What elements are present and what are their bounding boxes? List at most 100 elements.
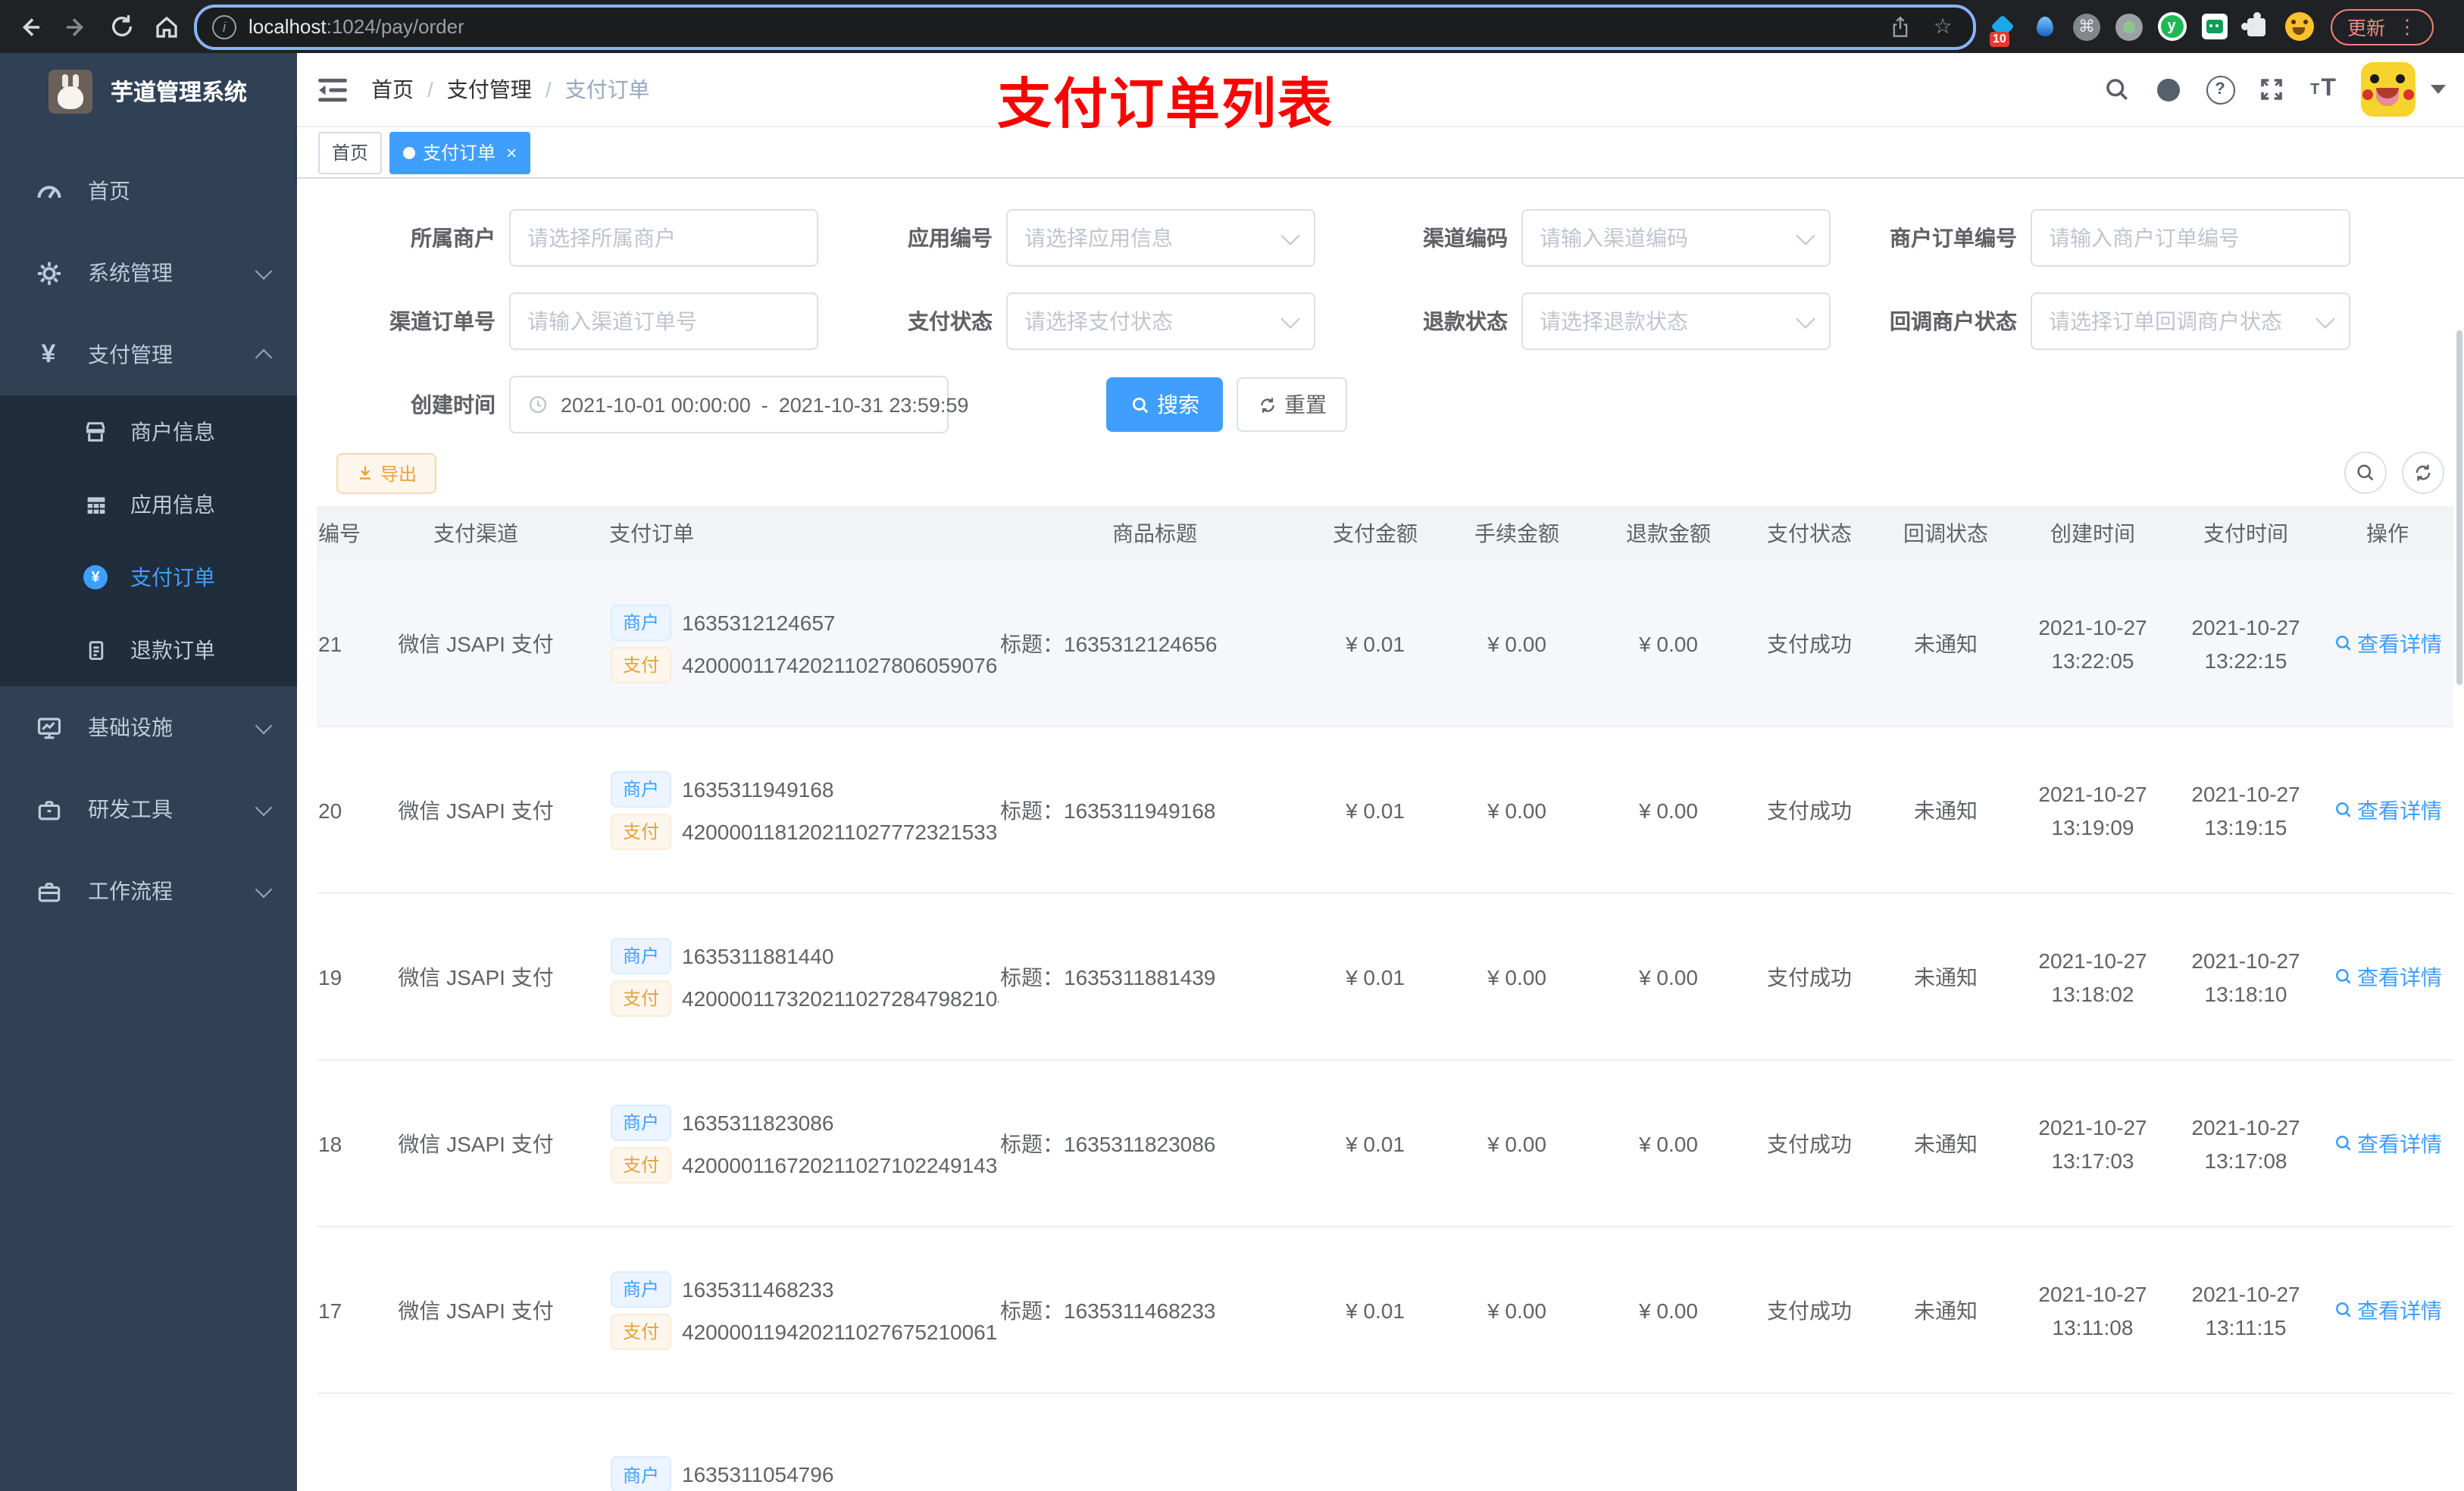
merchant-order-input[interactable]: [2031, 209, 2350, 267]
reset-button[interactable]: 重置: [1237, 377, 1347, 432]
app-logo-row: 芋道管理系统: [0, 53, 297, 129]
address-bar[interactable]: i localhost:1024/pay/order ☆: [194, 4, 1976, 49]
extension-emoji-icon[interactable]: [2282, 10, 2315, 43]
yen-icon: ¥: [41, 339, 56, 368]
merchant-select[interactable]: [509, 209, 818, 267]
channel-order-input[interactable]: [509, 292, 818, 350]
table-row-partial[interactable]: 商户 1635311054796: [317, 1393, 2453, 1491]
date-start[interactable]: 2021-10-01 00:00:00: [561, 393, 751, 416]
sidebar-item-home[interactable]: 首页: [0, 150, 297, 232]
col-notify: 回调状态: [1876, 506, 2015, 561]
col-fee: 手续金额: [1440, 506, 1594, 561]
search-form: 所属商户 应用编号 渠道编码 商户订单编号 渠道订单号 支付状态: [297, 179, 2464, 433]
sidebar-item-system[interactable]: 系统管理: [0, 232, 297, 314]
avatar-caret-icon[interactable]: [2431, 85, 2446, 94]
page-content: 所属商户 应用编号 渠道编码 商户订单编号 渠道订单号 支付状态: [297, 179, 2464, 1491]
scrollbar-thumb[interactable]: [2456, 330, 2462, 685]
extension-y-icon[interactable]: y: [2155, 10, 2188, 43]
browser-menu-dots-icon[interactable]: ⋮: [2397, 14, 2417, 39]
toggle-search-button[interactable]: [2344, 452, 2387, 494]
table-row[interactable]: 18 微信 JSAPI 支付 商户 1635311823086 支付 4200001…: [317, 1060, 2453, 1227]
callback-status-label: 回调商户状态: [1890, 309, 2017, 333]
channel-code-select[interactable]: [1521, 209, 1831, 267]
extension-gem-icon[interactable]: [2028, 10, 2061, 43]
app-select[interactable]: [1006, 209, 1315, 267]
bookmark-star-icon[interactable]: ☆: [1928, 14, 1958, 39]
tab-home[interactable]: 首页: [318, 131, 383, 173]
search-icon[interactable]: [2091, 64, 2143, 115]
github-icon[interactable]: [2143, 64, 2194, 115]
chevron-down-icon: [255, 880, 273, 898]
navbar: 首页 / 支付管理 / 支付订单 ? TT: [297, 53, 2464, 127]
pay-tag: 支付: [611, 1313, 672, 1349]
chevron-down-icon: [1280, 308, 1300, 328]
sidebar-fold-icon[interactable]: [318, 77, 347, 102]
sidebar-item-refund-order[interactable]: 退款订单: [0, 614, 297, 686]
col-amount: 支付金额: [1311, 506, 1440, 561]
col-channel: 支付渠道: [362, 506, 589, 561]
view-detail-link[interactable]: 查看详情: [2333, 961, 2442, 992]
extension-chat-icon[interactable]: [2197, 10, 2231, 43]
sidebar-item-pay-order[interactable]: ¥ 支付订单: [0, 541, 297, 614]
refund-status-select[interactable]: [1521, 292, 1831, 350]
orders-table: 编号 支付渠道 支付订单 商品标题 支付金额 手续金额 退款金额 支付状态 回调…: [317, 506, 2453, 1491]
table-row[interactable]: 19 微信 JSAPI 支付 商户 1635311881440 支付 4200001…: [317, 893, 2453, 1061]
table-row[interactable]: 21 微信 JSAPI 支付 商户 1635312124657 支付 4200001…: [317, 561, 2453, 727]
extension-tabs-icon[interactable]: 10: [1985, 10, 2018, 46]
channel-code-label: 渠道编码: [1423, 226, 1508, 250]
browser-update-button[interactable]: 更新 ⋮: [2331, 8, 2434, 45]
help-icon[interactable]: ?: [2194, 64, 2246, 115]
pay-tag: 支付: [611, 980, 672, 1016]
search-button[interactable]: 搜索: [1106, 377, 1223, 432]
callback-status-select[interactable]: [2031, 292, 2350, 350]
view-detail-link[interactable]: 查看详情: [2333, 1295, 2442, 1325]
share-icon[interactable]: [1885, 14, 1915, 39]
chevron-up-icon: [255, 349, 273, 367]
export-button[interactable]: 导出: [336, 452, 437, 493]
merchant-tag: 商户: [611, 1104, 672, 1140]
breadcrumb-current: 支付订单: [564, 77, 650, 102]
col-paid: 支付时间: [2170, 506, 2322, 561]
sidebar-item-merchant-info[interactable]: 商户信息: [0, 395, 297, 468]
table-row[interactable]: 17 微信 JSAPI 支付 商户 1635311468233 支付 4200001…: [317, 1227, 2453, 1394]
fullscreen-icon[interactable]: [2246, 64, 2297, 115]
col-id: 编号: [317, 506, 362, 561]
view-detail-link[interactable]: 查看详情: [2333, 795, 2442, 825]
tab-pay-order[interactable]: 支付订单 ×: [389, 131, 531, 173]
extension-shortcut-icon[interactable]: ⌘: [2070, 10, 2103, 43]
reload-icon[interactable]: [103, 8, 139, 45]
sidebar-item-infra[interactable]: 基础设施: [0, 686, 297, 768]
sidebar-item-pay[interactable]: ¥ 支付管理: [0, 314, 297, 395]
view-detail-link[interactable]: 查看详情: [2333, 1128, 2442, 1158]
briefcase-icon: [33, 876, 64, 906]
breadcrumb-home[interactable]: 首页: [371, 74, 414, 105]
font-size-icon[interactable]: TT: [2297, 64, 2349, 115]
date-range-picker[interactable]: 2021-10-01 00:00:00-2021-10-31 23:59:59: [509, 376, 968, 433]
date-end[interactable]: 2021-10-31 23:59:59: [779, 393, 969, 416]
refresh-button[interactable]: [2402, 452, 2444, 494]
pay-tag: 支付: [611, 813, 672, 849]
breadcrumb-parent[interactable]: 支付管理: [447, 74, 532, 105]
pay-status-select[interactable]: [1006, 292, 1315, 350]
close-icon[interactable]: ×: [506, 142, 517, 163]
forward-icon[interactable]: [58, 8, 94, 45]
site-info-icon[interactable]: i: [212, 14, 236, 39]
avatar[interactable]: [2361, 62, 2416, 117]
app-title: 芋道管理系统: [111, 80, 248, 105]
chevron-down-icon: [255, 716, 273, 734]
app-logo: [48, 69, 92, 113]
annotation-title: 支付订单列表: [997, 73, 1334, 135]
shop-icon: [82, 418, 109, 445]
col-actions: 操作: [2322, 506, 2453, 561]
sidebar-item-workflow[interactable]: 工作流程: [0, 850, 297, 932]
back-icon[interactable]: [12, 8, 48, 45]
table-row[interactable]: 20 微信 JSAPI 支付 商户 1635311949168 支付 4200001…: [317, 727, 2453, 894]
sidebar-item-app-info[interactable]: 应用信息: [0, 468, 297, 541]
view-detail-link[interactable]: 查看详情: [2333, 628, 2442, 658]
sidebar-item-devtools[interactable]: 研发工具: [0, 768, 297, 850]
extension-puzzle-icon[interactable]: [2240, 10, 2273, 43]
clock-icon: [527, 394, 549, 415]
home-icon[interactable]: [149, 8, 185, 45]
col-refund: 退款金额: [1594, 506, 1743, 561]
extension-recorder-icon[interactable]: [2112, 10, 2146, 43]
